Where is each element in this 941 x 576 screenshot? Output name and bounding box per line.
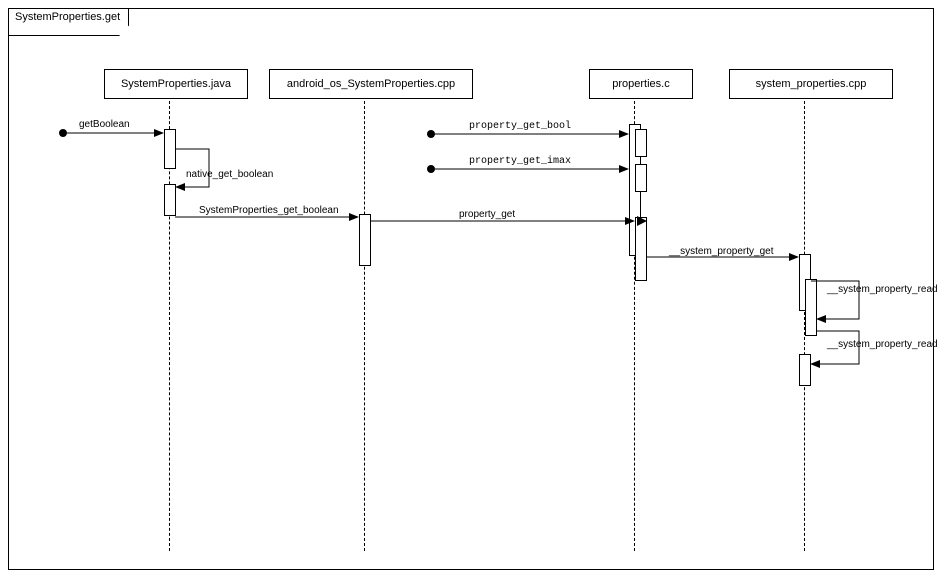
- found-dot-property-get-bool: [427, 130, 435, 138]
- activation-p3-bool: [635, 129, 647, 157]
- diagram-frame: SystemProperties.get SystemProperties.ja…: [8, 8, 934, 570]
- label-system-property-read1: __system_property_read: [827, 284, 938, 295]
- participant-system-properties-cpp: system_properties.cpp: [729, 69, 893, 99]
- activation-p1-1: [164, 129, 176, 169]
- label-property-get-imax: property_get_imax: [469, 156, 571, 167]
- label-property-get-bool: property_get_bool: [469, 121, 571, 132]
- found-dot-getboolean: [59, 129, 67, 137]
- found-dot-property-get-imax: [427, 165, 435, 173]
- activation-p4-3: [799, 354, 811, 386]
- label-native-get-boolean: native_get_boolean: [186, 169, 273, 180]
- participant-android-os-systemproperties-cpp: android_os_SystemProperties.cpp: [269, 69, 473, 99]
- diagram-title: SystemProperties.get: [9, 9, 129, 36]
- participant-properties-c: properties.c: [589, 69, 693, 99]
- label-system-property-read2: __system_property_read: [827, 339, 938, 350]
- lifeline-p2: [364, 101, 365, 551]
- label-getboolean: getBoolean: [79, 119, 130, 130]
- activation-p2: [359, 214, 371, 266]
- participant-systemproperties-java: SystemProperties.java: [104, 69, 248, 99]
- activation-p3-get: [635, 217, 647, 281]
- activation-p1-2: [164, 184, 176, 216]
- sequence-diagram: SystemProperties.get SystemProperties.ja…: [0, 0, 941, 576]
- label-property-get: property_get: [459, 209, 515, 220]
- activation-p4-2: [805, 279, 817, 336]
- label-system-property-get: __system_property_get: [669, 246, 774, 257]
- activation-p3-imax: [635, 164, 647, 192]
- label-systemproperties-get-boolean: SystemProperties_get_boolean: [199, 205, 339, 216]
